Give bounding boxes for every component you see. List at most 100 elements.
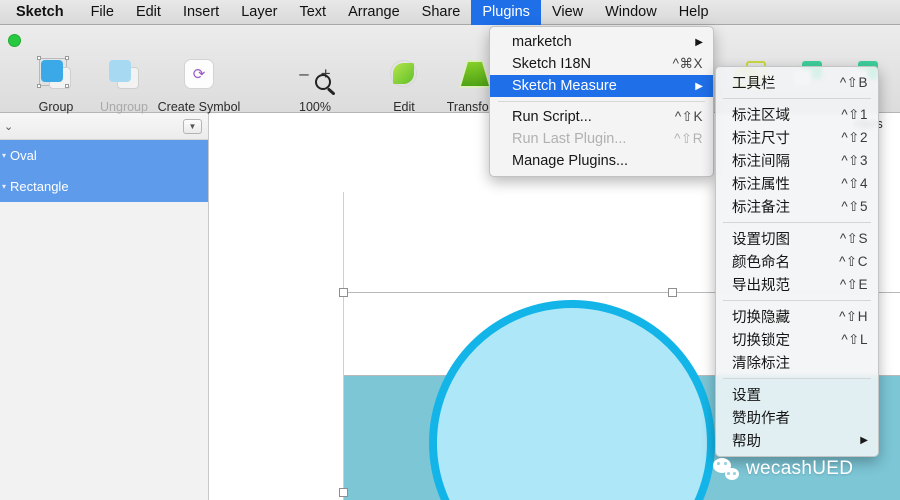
submenu-item-label: 赞助作者 (732, 411, 790, 427)
submenu-item-toggle-hidden[interactable]: 切换隐藏 ^⇧H (716, 305, 878, 328)
menu-separator (723, 222, 871, 223)
menu-item-plugins[interactable]: Plugins (471, 0, 541, 25)
menu-item-view[interactable]: View (541, 0, 594, 25)
disclosure-triangle-icon[interactable]: ▾ (2, 182, 6, 191)
selection-handle-top-right[interactable] (668, 288, 677, 297)
edit-button[interactable]: Edit (375, 51, 433, 114)
menu-item-file[interactable]: File (80, 0, 125, 25)
menu-item-marketch[interactable]: marketch ▶ (490, 31, 713, 53)
submenu-item-shortcut: ^⇧B (839, 74, 868, 90)
menu-item-window[interactable]: Window (594, 0, 668, 25)
menu-item-help[interactable]: Help (668, 0, 720, 25)
menu-separator (723, 378, 871, 379)
menu-separator (723, 300, 871, 301)
menu-item-sketch[interactable]: Sketch (10, 0, 80, 25)
menu-item-insert[interactable]: Insert (172, 0, 230, 25)
submenu-item-shortcut: ^⇧C (839, 253, 868, 269)
plugins-dropdown-menu: marketch ▶ Sketch I18N ^⌘X Sketch Measur… (489, 26, 714, 177)
submenu-item-label: 标注尺寸 (732, 131, 790, 147)
menu-item-sketch-i18n[interactable]: Sketch I18N ^⌘X (490, 53, 713, 75)
submenu-item-set-slice[interactable]: 设置切图 ^⇧S (716, 227, 878, 250)
disclosure-triangle-icon[interactable]: ▾ (2, 151, 6, 160)
submenu-item-label: 标注属性 (732, 177, 790, 193)
edit-button-label: Edit (393, 100, 415, 114)
submenu-item-toolbar[interactable]: 工具栏 ^⇧B (716, 71, 878, 94)
menu-item-edit[interactable]: Edit (125, 0, 172, 25)
menu-item-label: Sketch Measure (512, 78, 617, 94)
zoom-out-button[interactable]: – (299, 64, 308, 84)
selection-guide-left (343, 192, 344, 500)
submenu-item-shortcut: ^⇧4 (841, 175, 868, 191)
selection-handle-bottom-left[interactable] (339, 488, 348, 497)
chevron-down-icon[interactable]: ⌄ (4, 120, 13, 133)
menu-item-label: Run Last Plugin... (512, 131, 627, 147)
toolbar-group-symbol: ⟳ Create Symbol (150, 51, 248, 114)
submenu-item-shortcut: ^⇧H (839, 308, 868, 324)
menu-bar: Sketch File Edit Insert Layer Text Arran… (0, 0, 900, 25)
group-button[interactable]: Group (22, 51, 90, 114)
layers-options-button[interactable]: ▼ (183, 118, 202, 134)
submenu-item-mark-properties[interactable]: 标注属性 ^⇧4 (716, 172, 878, 195)
submenu-item-label: 标注区域 (732, 108, 790, 124)
create-symbol-button-label: Create Symbol (157, 100, 241, 114)
submenu-item-label: 设置 (732, 388, 761, 404)
submenu-item-shortcut: ^⇧1 (841, 106, 868, 122)
submenu-item-label: 颜色命名 (732, 255, 790, 271)
submenu-arrow-icon: ▶ (695, 36, 703, 48)
submenu-item-sponsor-author[interactable]: 赞助作者 (716, 406, 878, 429)
watermark-text: wecashUED (746, 458, 854, 479)
zoom-level-label: 100% (299, 100, 331, 114)
menu-item-share[interactable]: Share (411, 0, 472, 25)
submenu-item-mark-area[interactable]: 标注区域 ^⇧1 (716, 103, 878, 126)
submenu-item-mark-size[interactable]: 标注尺寸 ^⇧2 (716, 126, 878, 149)
layers-panel: ⌄ ▼ ▾ Oval ▾ Rectangle (0, 113, 209, 500)
zoom-control[interactable]: – + 100% (275, 51, 355, 114)
submenu-item-shortcut: ^⇧2 (841, 129, 868, 145)
submenu-item-toggle-lock[interactable]: 切换锁定 ^⇧L (716, 328, 878, 351)
submenu-item-color-naming[interactable]: 颜色命名 ^⇧C (716, 250, 878, 273)
wechat-icon (713, 458, 739, 480)
submenu-item-shortcut: ^⇧5 (841, 198, 868, 214)
submenu-item-label: 标注备注 (732, 200, 790, 216)
submenu-item-clear-marks[interactable]: 清除标注 (716, 351, 878, 374)
ungroup-button-label: Ungroup (100, 100, 148, 114)
menu-item-manage-plugins[interactable]: Manage Plugins... (490, 150, 713, 172)
menu-item-label: Sketch I18N (512, 56, 591, 72)
menu-item-run-script[interactable]: Run Script... ^⇧K (490, 106, 713, 128)
canvas-oval-shape[interactable] (429, 300, 715, 500)
menu-item-text[interactable]: Text (288, 0, 337, 25)
menu-item-shortcut: ^⌘X (672, 56, 703, 71)
create-symbol-button[interactable]: ⟳ Create Symbol (150, 51, 248, 114)
submenu-item-shortcut: ^⇧E (839, 276, 868, 292)
menu-item-sketch-measure[interactable]: Sketch Measure ▶ (490, 75, 713, 97)
edit-icon (375, 51, 433, 97)
window-zoom-button[interactable] (8, 34, 21, 47)
submenu-item-label: 标注间隔 (732, 154, 790, 170)
submenu-item-mark-spacing[interactable]: 标注间隔 ^⇧3 (716, 149, 878, 172)
menu-item-arrange[interactable]: Arrange (337, 0, 411, 25)
submenu-item-label: 设置切图 (732, 232, 790, 248)
group-button-label: Group (38, 100, 74, 114)
submenu-item-help[interactable]: 帮助 ▶ (716, 429, 878, 452)
submenu-item-shortcut: ^⇧3 (841, 152, 868, 168)
menu-separator (498, 101, 705, 102)
submenu-item-shortcut: ^⇧L (841, 331, 868, 347)
selection-handle-top-left[interactable] (339, 288, 348, 297)
submenu-item-mark-note[interactable]: 标注备注 ^⇧5 (716, 195, 878, 218)
menu-item-shortcut: ^⇧K (674, 109, 703, 124)
sketch-app-window: Sketch File Edit Insert Layer Text Arran… (0, 0, 900, 500)
submenu-item-label: 导出规范 (732, 278, 790, 294)
menu-item-layer[interactable]: Layer (230, 0, 288, 25)
layer-row-rectangle[interactable]: ▾ Rectangle (0, 171, 208, 202)
menu-separator (723, 98, 871, 99)
ungroup-button[interactable]: Ungroup (90, 51, 158, 114)
sketch-measure-submenu: 工具栏 ^⇧B 标注区域 ^⇧1 标注尺寸 ^⇧2 标注间隔 ^⇧3 标注属性 … (715, 66, 879, 457)
submenu-item-label: 帮助 (732, 434, 761, 450)
submenu-item-shortcut: ^⇧S (839, 230, 868, 246)
submenu-item-export-spec[interactable]: 导出规范 ^⇧E (716, 273, 878, 296)
layers-panel-header: ⌄ ▼ (0, 113, 208, 140)
layer-row-oval[interactable]: ▾ Oval (0, 140, 208, 171)
create-symbol-icon: ⟳ (150, 51, 248, 97)
submenu-item-settings[interactable]: 设置 (716, 383, 878, 406)
submenu-arrow-icon: ▶ (860, 435, 868, 446)
